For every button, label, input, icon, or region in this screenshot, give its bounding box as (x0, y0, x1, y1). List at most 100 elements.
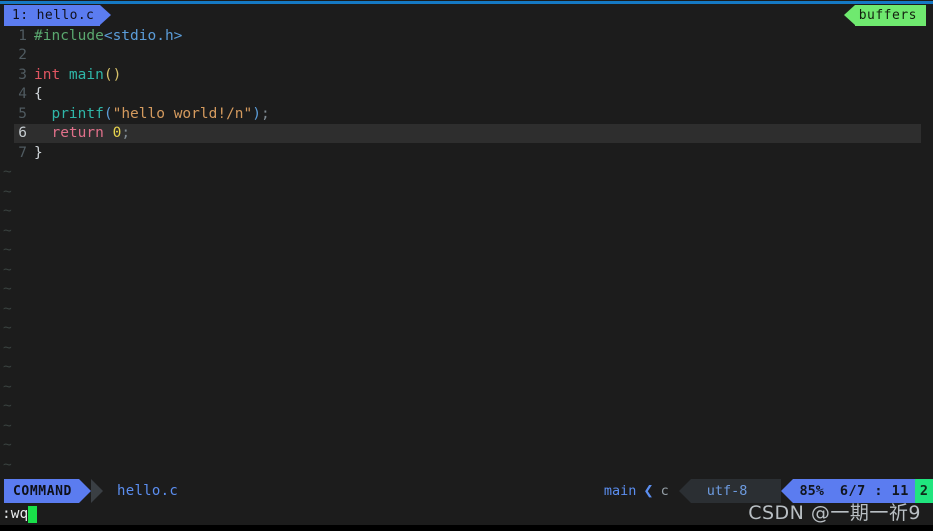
line-number: 3 (18, 66, 27, 83)
buffers-tag[interactable]: buffers (843, 5, 926, 26)
scroll-percent-label: 85% (799, 483, 824, 499)
buffers-arrow-icon (843, 5, 855, 25)
line-content: int main() (34, 67, 121, 83)
code-line[interactable]: 6 return 0; (14, 123, 921, 143)
filetype-label: c (660, 483, 669, 499)
line-content: #include<stdio.h> (34, 28, 182, 44)
tilde-marker: ~ (3, 437, 12, 454)
cursor-position-label: 6/7 : 11 (839, 483, 909, 499)
empty-line-row: ~ (0, 338, 933, 358)
tilde-marker: ~ (3, 164, 12, 181)
line-number: 5 (18, 105, 27, 122)
empty-line-row: ~ (0, 436, 933, 456)
chevron-left-icon: ❮ (643, 480, 654, 501)
encoding-arrow-icon (678, 479, 691, 503)
vim-editor-window: 1: hello.c buffers 1 #include<stdio.h> 2 3 i… (0, 0, 933, 531)
mode-label: COMMAND (13, 483, 72, 499)
line-number: 6 (18, 125, 27, 142)
code-line[interactable]: 1 #include<stdio.h> (0, 26, 933, 46)
empty-line-row: ~ (0, 299, 933, 319)
empty-line-row: ~ (0, 260, 933, 280)
empty-line-row: ~ (0, 182, 933, 202)
tilde-marker: ~ (3, 320, 12, 337)
code-lines: 1 #include<stdio.h> 2 3 int main() 4{5 printf… (0, 26, 933, 163)
empty-line-row: ~ (0, 455, 933, 475)
code-token: printf (51, 105, 104, 122)
git-branch-label: main (603, 483, 637, 499)
mode-arrow-icon (79, 479, 91, 503)
bottom-border (0, 525, 933, 531)
statusline-filename: hello.c (117, 483, 179, 499)
line-number: 4 (18, 86, 27, 103)
tilde-marker: ~ (3, 456, 12, 473)
empty-line-row: ~ (0, 280, 933, 300)
encoding-label: utf-8 (706, 483, 748, 499)
tilde-marker: ~ (3, 222, 12, 239)
code-line[interactable]: 3 int main() (0, 65, 933, 85)
code-token: ( (103, 105, 113, 122)
empty-line-row: ~ (0, 163, 933, 183)
line-content: return 0; (34, 125, 130, 141)
empty-line-markers: ~~~~~~~~~~~~~~~~~ (0, 163, 933, 495)
watermark: CSDN @一期一祈9 (748, 502, 921, 524)
empty-line-row: ~ (0, 416, 933, 436)
empty-line-row: ~ (0, 221, 933, 241)
tilde-marker: ~ (3, 203, 12, 220)
tilde-marker: ~ (3, 398, 12, 415)
empty-line-row: ~ (0, 241, 933, 261)
empty-line-row: ~ (0, 397, 933, 417)
line-number: 1 (18, 27, 27, 44)
code-token: #include (34, 27, 104, 44)
line-content: { (34, 86, 43, 102)
empty-line-row: ~ (0, 358, 933, 378)
line-number: 7 (18, 144, 27, 161)
line-content: } (34, 145, 43, 161)
code-token: "hello world!/n" (112, 105, 253, 122)
code-token: ; (121, 125, 131, 142)
tilde-marker: ~ (3, 300, 12, 317)
command-text: :wq (2, 506, 29, 522)
code-line[interactable]: 7} (0, 143, 933, 163)
code-token: main (68, 66, 104, 83)
tilde-marker: ~ (3, 339, 12, 356)
code-token: ; (261, 105, 270, 122)
code-token: 0 (112, 125, 122, 142)
empty-line-row: ~ (0, 377, 933, 397)
code-token: { (34, 86, 43, 103)
tilde-marker: ~ (3, 359, 12, 376)
mode-indicator: COMMAND (4, 479, 79, 503)
tab-arrow-icon (100, 5, 112, 25)
section-arrow-icon (91, 479, 103, 503)
window-accent-line (0, 1, 933, 4)
tilde-marker: ~ (3, 281, 12, 298)
git-branch: main ❮ c (604, 479, 679, 503)
empty-line-row: ~ (0, 202, 933, 222)
tilde-marker: ~ (3, 261, 12, 278)
code-line[interactable]: 4{ (0, 85, 933, 105)
code-line[interactable]: 2 (0, 46, 933, 66)
statusline-left: COMMAND hello.c (4, 479, 178, 503)
code-token: () (103, 66, 122, 83)
code-token: <stdio.h> (103, 27, 183, 44)
code-line[interactable]: 5 printf("hello world!/n"); (0, 104, 933, 124)
code-token: ) (252, 105, 262, 122)
code-token: int (34, 66, 69, 83)
tilde-marker: ~ (3, 183, 12, 200)
code-token: return (51, 125, 113, 142)
editor-buffer[interactable]: 1 #include<stdio.h> 2 3 int main() 4{5 printf… (0, 26, 933, 492)
tilde-marker: ~ (3, 242, 12, 259)
tab-hello-c[interactable]: 1: hello.c (4, 5, 112, 26)
tabline: 1: hello.c buffers (0, 5, 933, 26)
code-token: } (34, 144, 43, 161)
tilde-marker: ~ (3, 417, 12, 434)
line-content: printf("hello world!/n"); (34, 105, 270, 122)
tab-label: 1: hello.c (12, 8, 95, 23)
command-cursor (28, 505, 38, 523)
buffers-label: buffers (858, 8, 917, 23)
tilde-marker: ~ (3, 378, 12, 395)
empty-line-row: ~ (0, 319, 933, 339)
line-number: 2 (18, 47, 27, 64)
statusline-marker-label: 2 (919, 483, 928, 499)
